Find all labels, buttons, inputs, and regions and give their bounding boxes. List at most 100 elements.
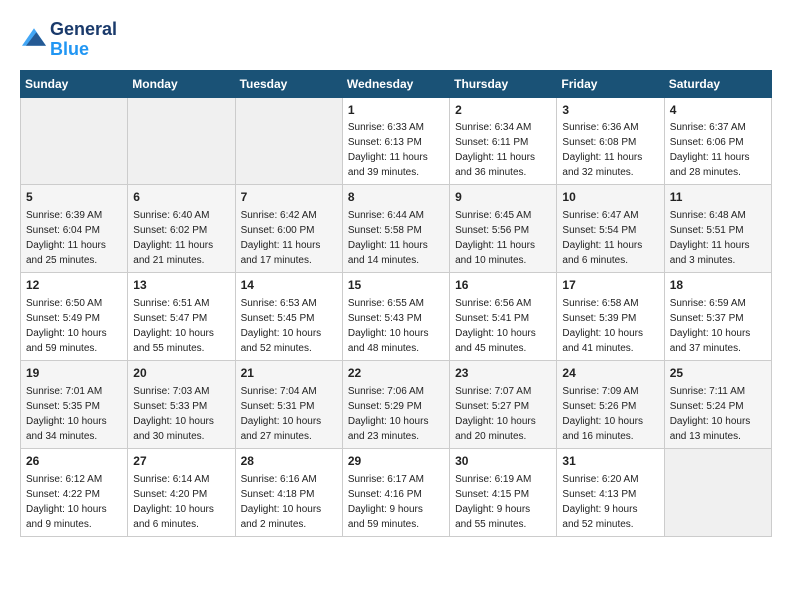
- page-header: General Blue: [20, 20, 772, 60]
- day-info: Sunrise: 6:48 AM Sunset: 5:51 PM Dayligh…: [670, 210, 750, 266]
- day-info: Sunrise: 6:42 AM Sunset: 6:00 PM Dayligh…: [241, 210, 321, 266]
- calendar-cell: [128, 97, 235, 185]
- calendar-cell: 15 Sunrise: 6:55 AM Sunset: 5:43 PM Dayli…: [342, 273, 449, 361]
- day-number: 19: [26, 365, 122, 382]
- day-info: Sunrise: 6:19 AM Sunset: 4:15 PM Dayligh…: [455, 474, 531, 530]
- day-info: Sunrise: 6:56 AM Sunset: 5:41 PM Dayligh…: [455, 298, 536, 354]
- day-number: 24: [562, 365, 658, 382]
- calendar-cell: 22Sunrise: 7:06 AM Sunset: 5:29 PM Dayli…: [342, 360, 449, 448]
- day-number: 15: [348, 277, 444, 294]
- logo-icon: [22, 28, 46, 46]
- day-info: Sunrise: 6:14 AM Sunset: 4:20 PM Dayligh…: [133, 474, 214, 530]
- day-number: 23: [455, 365, 551, 382]
- day-info: Sunrise: 6:12 AM Sunset: 4:22 PM Dayligh…: [26, 474, 107, 530]
- day-number: 17: [562, 277, 658, 294]
- calendar-cell: 26 Sunrise: 6:12 AM Sunset: 4:22 PM Dayli…: [21, 448, 128, 536]
- day-info: Sunrise: 6:17 AM Sunset: 4:16 PM Dayligh…: [348, 474, 424, 530]
- day-info: Sunrise: 6:53 AM Sunset: 5:45 PM Dayligh…: [241, 298, 322, 354]
- day-info: Sunrise: 6:34 AM Sunset: 6:11 PM Dayligh…: [455, 122, 535, 178]
- header-monday: Monday: [128, 70, 235, 97]
- day-number: 25: [670, 365, 766, 382]
- day-info: Sunrise: 6:40 AM Sunset: 6:02 PM Dayligh…: [133, 210, 213, 266]
- day-number: 9: [455, 189, 551, 206]
- day-number: 7: [241, 189, 337, 206]
- header-wednesday: Wednesday: [342, 70, 449, 97]
- day-number: 10: [562, 189, 658, 206]
- day-info: Sunrise: 7:01 AM Sunset: 5:35 PM Dayligh…: [26, 386, 107, 442]
- calendar-cell: 3 Sunrise: 6:36 AM Sunset: 6:08 PM Daylig…: [557, 97, 664, 185]
- day-info: Sunrise: 6:47 AM Sunset: 5:54 PM Dayligh…: [562, 210, 642, 266]
- header-saturday: Saturday: [664, 70, 771, 97]
- day-info: Sunrise: 6:36 AM Sunset: 6:08 PM Dayligh…: [562, 122, 642, 178]
- calendar-cell: 12 Sunrise: 6:50 AM Sunset: 5:49 PM Dayli…: [21, 273, 128, 361]
- calendar-cell: 21Sunrise: 7:04 AM Sunset: 5:31 PM Dayli…: [235, 360, 342, 448]
- logo-line1: General: [50, 20, 117, 40]
- day-number: 8: [348, 189, 444, 206]
- header-thursday: Thursday: [450, 70, 557, 97]
- calendar-cell: 30 Sunrise: 6:19 AM Sunset: 4:15 PM Dayli…: [450, 448, 557, 536]
- week-row-2: 5Sunrise: 6:39 AM Sunset: 6:04 PM Daylig…: [21, 185, 772, 273]
- day-number: 3: [562, 102, 658, 119]
- week-row-1: 1Sunrise: 6:33 AM Sunset: 6:13 PM Daylig…: [21, 97, 772, 185]
- day-number: 27: [133, 453, 229, 470]
- calendar-cell: 19 Sunrise: 7:01 AM Sunset: 5:35 PM Dayli…: [21, 360, 128, 448]
- day-number: 26: [26, 453, 122, 470]
- calendar-cell: 13Sunrise: 6:51 AM Sunset: 5:47 PM Dayli…: [128, 273, 235, 361]
- day-info: Sunrise: 6:55 AM Sunset: 5:43 PM Dayligh…: [348, 298, 429, 354]
- day-number: 31: [562, 453, 658, 470]
- logo: General Blue: [20, 20, 117, 60]
- calendar-cell: 20 Sunrise: 7:03 AM Sunset: 5:33 PM Dayli…: [128, 360, 235, 448]
- header-friday: Friday: [557, 70, 664, 97]
- week-row-5: 26 Sunrise: 6:12 AM Sunset: 4:22 PM Dayli…: [21, 448, 772, 536]
- day-number: 4: [670, 102, 766, 119]
- calendar-cell: 4Sunrise: 6:37 AM Sunset: 6:06 PM Daylig…: [664, 97, 771, 185]
- calendar-cell: 11 Sunrise: 6:48 AM Sunset: 5:51 PM Dayli…: [664, 185, 771, 273]
- header-tuesday: Tuesday: [235, 70, 342, 97]
- day-number: 28: [241, 453, 337, 470]
- calendar-cell: 28Sunrise: 6:16 AM Sunset: 4:18 PM Dayli…: [235, 448, 342, 536]
- calendar-table: SundayMondayTuesdayWednesdayThursdayFrid…: [20, 70, 772, 537]
- calendar-cell: 23 Sunrise: 7:07 AM Sunset: 5:27 PM Dayli…: [450, 360, 557, 448]
- header-sunday: Sunday: [21, 70, 128, 97]
- calendar-cell: [664, 448, 771, 536]
- calendar-cell: 31 Sunrise: 6:20 AM Sunset: 4:13 PM Dayli…: [557, 448, 664, 536]
- calendar-cell: [235, 97, 342, 185]
- day-info: Sunrise: 6:44 AM Sunset: 5:58 PM Dayligh…: [348, 210, 428, 266]
- calendar-header-row: SundayMondayTuesdayWednesdayThursdayFrid…: [21, 70, 772, 97]
- calendar-cell: 8 Sunrise: 6:44 AM Sunset: 5:58 PM Daylig…: [342, 185, 449, 273]
- day-number: 30: [455, 453, 551, 470]
- day-number: 20: [133, 365, 229, 382]
- calendar-cell: 27 Sunrise: 6:14 AM Sunset: 4:20 PM Dayli…: [128, 448, 235, 536]
- day-number: 22: [348, 365, 444, 382]
- day-info: Sunrise: 6:50 AM Sunset: 5:49 PM Dayligh…: [26, 298, 107, 354]
- calendar-cell: 9 Sunrise: 6:45 AM Sunset: 5:56 PM Daylig…: [450, 185, 557, 273]
- day-number: 1: [348, 102, 444, 119]
- day-info: Sunrise: 6:20 AM Sunset: 4:13 PM Dayligh…: [562, 474, 638, 530]
- calendar-cell: 24Sunrise: 7:09 AM Sunset: 5:26 PM Dayli…: [557, 360, 664, 448]
- calendar-cell: 17 Sunrise: 6:58 AM Sunset: 5:39 PM Dayli…: [557, 273, 664, 361]
- week-row-3: 12 Sunrise: 6:50 AM Sunset: 5:49 PM Dayli…: [21, 273, 772, 361]
- day-info: Sunrise: 6:58 AM Sunset: 5:39 PM Dayligh…: [562, 298, 643, 354]
- week-row-4: 19 Sunrise: 7:01 AM Sunset: 5:35 PM Dayli…: [21, 360, 772, 448]
- day-number: 29: [348, 453, 444, 470]
- day-number: 18: [670, 277, 766, 294]
- day-info: Sunrise: 7:11 AM Sunset: 5:24 PM Dayligh…: [670, 386, 751, 442]
- calendar-cell: 18Sunrise: 6:59 AM Sunset: 5:37 PM Dayli…: [664, 273, 771, 361]
- calendar-cell: 1Sunrise: 6:33 AM Sunset: 6:13 PM Daylig…: [342, 97, 449, 185]
- day-number: 13: [133, 277, 229, 294]
- calendar-cell: 25 Sunrise: 7:11 AM Sunset: 5:24 PM Dayli…: [664, 360, 771, 448]
- calendar-cell: 16 Sunrise: 6:56 AM Sunset: 5:41 PM Dayli…: [450, 273, 557, 361]
- calendar-cell: 2 Sunrise: 6:34 AM Sunset: 6:11 PM Daylig…: [450, 97, 557, 185]
- day-number: 11: [670, 189, 766, 206]
- day-info: Sunrise: 7:03 AM Sunset: 5:33 PM Dayligh…: [133, 386, 214, 442]
- day-number: 2: [455, 102, 551, 119]
- day-info: Sunrise: 6:45 AM Sunset: 5:56 PM Dayligh…: [455, 210, 535, 266]
- calendar-cell: 29 Sunrise: 6:17 AM Sunset: 4:16 PM Dayli…: [342, 448, 449, 536]
- day-info: Sunrise: 7:07 AM Sunset: 5:27 PM Dayligh…: [455, 386, 536, 442]
- day-info: Sunrise: 6:39 AM Sunset: 6:04 PM Dayligh…: [26, 210, 106, 266]
- day-number: 6: [133, 189, 229, 206]
- day-number: 12: [26, 277, 122, 294]
- calendar-cell: 5Sunrise: 6:39 AM Sunset: 6:04 PM Daylig…: [21, 185, 128, 273]
- logo-line2: Blue: [50, 40, 117, 60]
- day-number: 16: [455, 277, 551, 294]
